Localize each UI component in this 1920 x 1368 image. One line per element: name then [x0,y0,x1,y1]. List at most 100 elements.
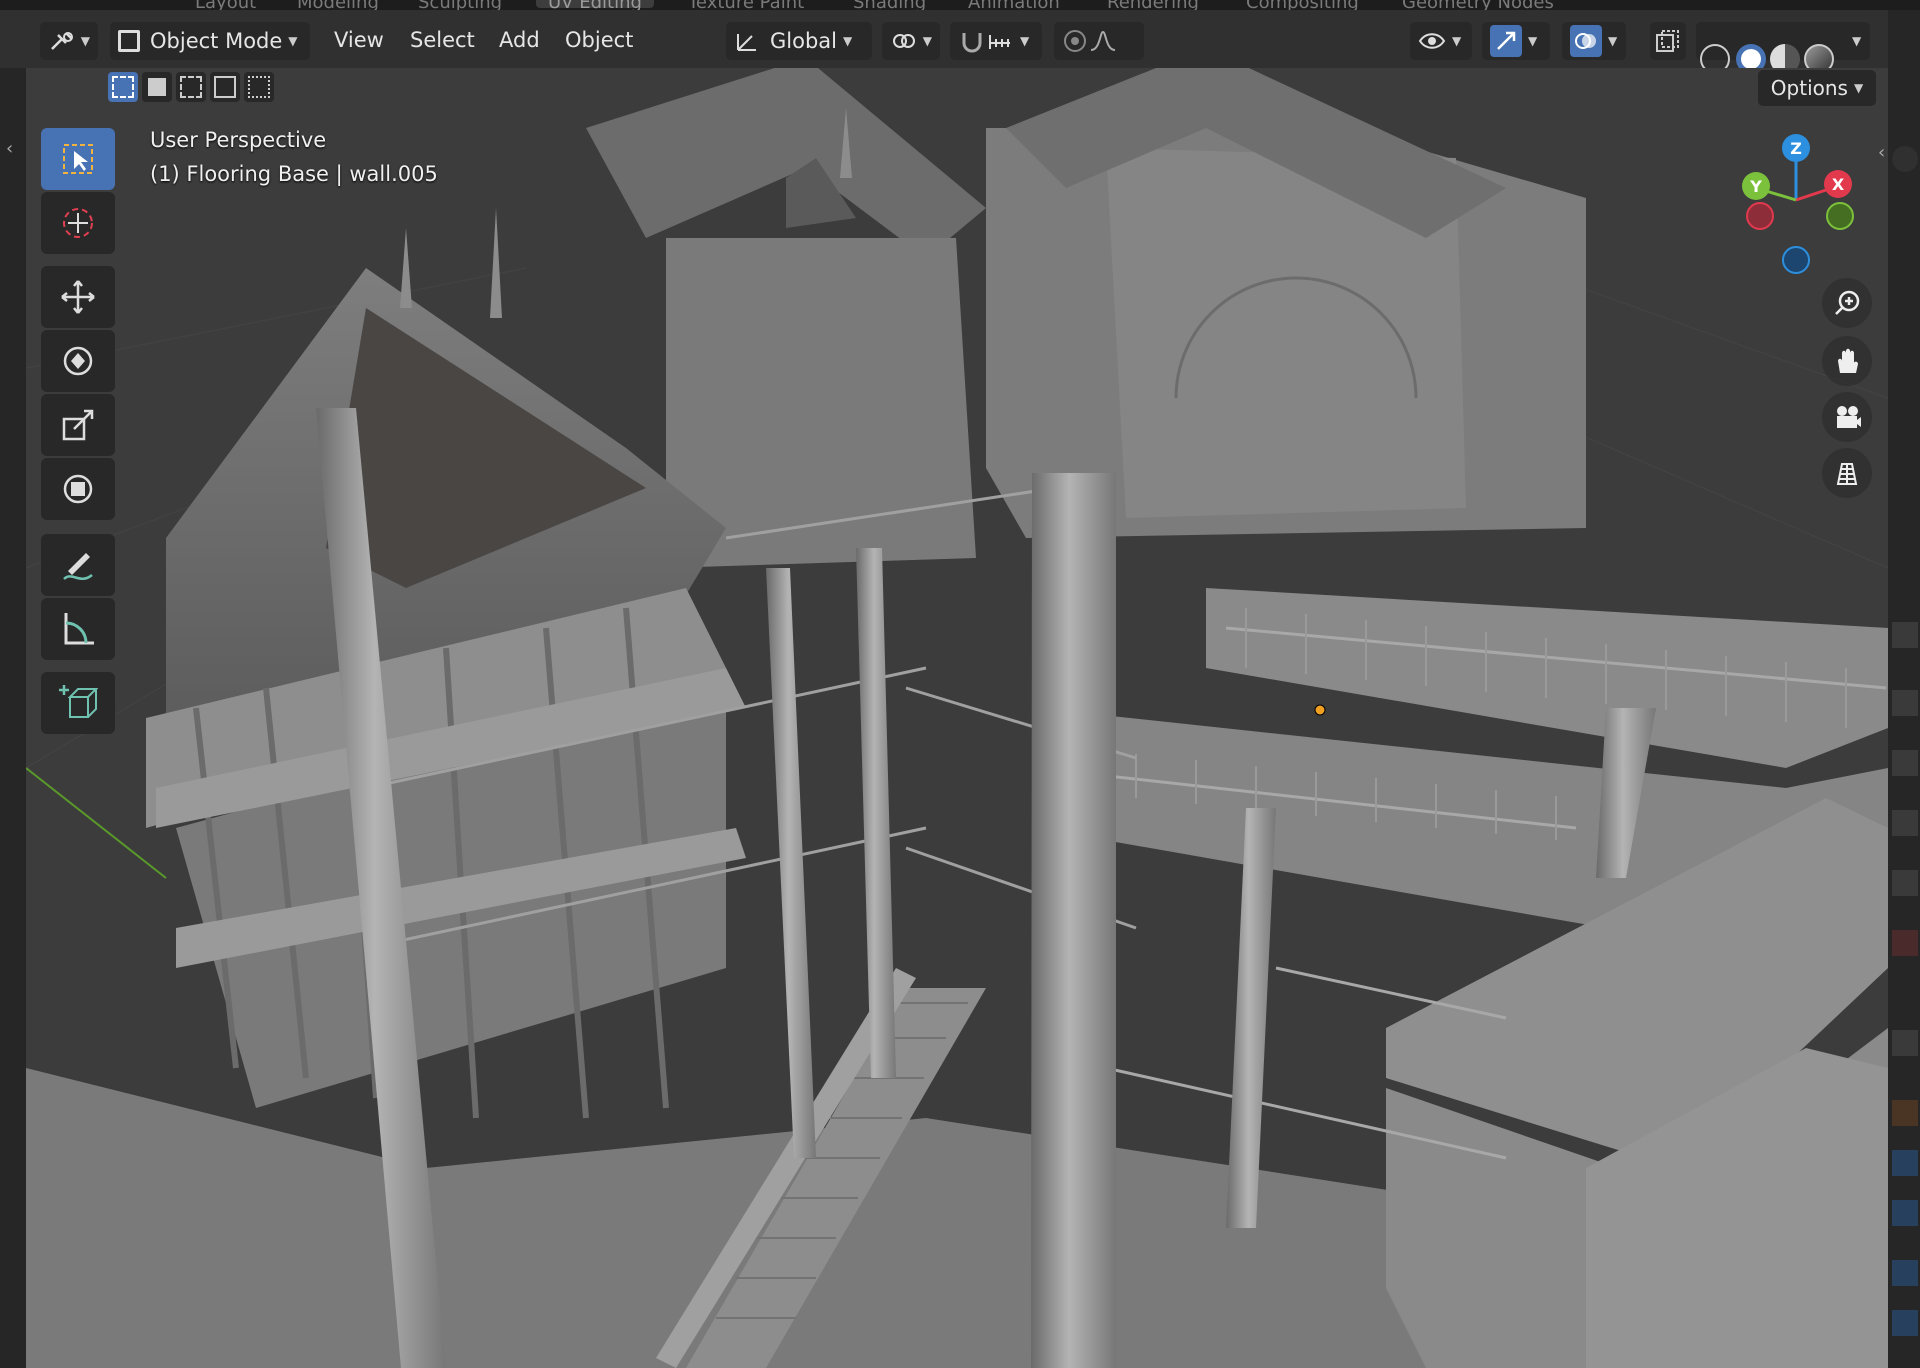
editor-type-icon [51,32,73,50]
tab-compositing[interactable]: Compositing [1246,0,1359,13]
object-props-icon[interactable] [1892,1100,1918,1126]
scene-render [26,68,1888,1368]
modifier-props-icon[interactable] [1892,1150,1918,1176]
editor-type-button[interactable]: ▼ [40,22,98,60]
select-mode-new-icon[interactable] [108,72,138,102]
properties-tab-icon[interactable] [1892,146,1918,172]
ortho-toggle-button[interactable] [1822,448,1872,498]
right-editor-edge [1888,10,1920,1368]
tab-layout[interactable]: Layout [195,0,256,13]
tool-settings-icon[interactable] [1892,622,1918,648]
grid-icon [1836,463,1858,485]
chevron-down-icon: ▼ [1608,34,1618,48]
tab-modeling[interactable]: Modeling [297,0,379,13]
orientation-select[interactable]: Global ▼ [726,22,872,60]
transform-icon [63,474,93,504]
mode-select[interactable]: Object Mode ▼ [110,22,310,60]
menu-add[interactable]: Add [499,28,540,52]
tab-texture-paint[interactable]: Texture Paint [688,0,804,13]
chevron-down-icon: ▼ [843,34,853,48]
select-mode-subtract-icon[interactable] [176,72,206,102]
tab-rendering[interactable]: Rendering [1107,0,1199,13]
proportional-edit-icon [1064,30,1086,52]
object-mode-icon [118,30,140,52]
left-editor-edge: ‹ [0,68,26,1368]
snap-button[interactable]: ▼ [950,22,1042,60]
xray-icon [1656,30,1679,52]
shading-mode-group: ▼ [1696,22,1870,74]
chevron-down-icon: ▼ [80,34,90,48]
transform-tool[interactable] [41,458,115,520]
options-dropdown[interactable]: Options ▼ [1758,70,1876,106]
navigation-gizmo[interactable]: Z X Y [1730,128,1870,278]
orientation-icon [737,34,756,51]
annotate-icon [63,553,93,581]
chevron-down-icon: ▼ [1528,34,1538,48]
scale-icon [62,409,94,441]
gizmo-neg-x[interactable] [1746,202,1774,230]
render-props-icon[interactable] [1892,690,1918,716]
visibility-button[interactable]: ▼ [1410,22,1472,60]
mode-label: Object Mode [150,29,283,53]
gizmo-toggle-button[interactable]: ▼ [1482,22,1550,60]
menu-view[interactable]: View [334,28,384,52]
cursor-icon [63,208,93,238]
particles-props-icon[interactable] [1892,1200,1918,1226]
chevron-down-icon: ▼ [922,34,932,48]
camera-icon [1837,406,1861,428]
chevron-left-icon[interactable]: ‹ [1878,142,1885,163]
move-tool[interactable] [41,266,115,328]
add-cube-tool[interactable] [41,672,115,734]
select-mode-intersect-icon[interactable] [244,72,274,102]
tab-sculpting[interactable]: Sculpting [418,0,502,13]
select-mode-extend-icon[interactable] [142,72,172,102]
rotate-tool[interactable] [41,330,115,392]
add-cube-icon [59,685,99,718]
measure-tool[interactable] [41,598,115,660]
scene-props-icon[interactable] [1892,870,1918,896]
pivot-point-button[interactable]: ▼ [882,22,940,60]
tab-geometry-nodes[interactable]: Geometry Nodes [1402,0,1554,13]
menu-select[interactable]: Select [410,28,475,52]
chevron-left-icon[interactable]: ‹ [6,138,13,159]
gizmo-z-label: Z [1790,139,1802,158]
overlays-icon [1570,25,1602,57]
collection-props-icon[interactable] [1892,1030,1918,1056]
options-label: Options [1770,76,1848,100]
falloff-curve-icon [1090,30,1116,51]
gizmo-neg-y[interactable] [1826,202,1854,230]
gizmo-x-label: X [1832,175,1845,194]
zoom-button[interactable] [1822,278,1872,328]
tab-uv-editing[interactable]: UV Editing [536,0,654,13]
orientation-label: Global [770,29,837,53]
proportional-edit-button[interactable] [1054,22,1144,60]
magnet-icon [962,33,982,53]
constraints-props-icon[interactable] [1892,1310,1918,1336]
menu-object[interactable]: Object [565,28,633,52]
annotate-tool[interactable] [41,534,115,596]
snap-increment-icon [989,35,1010,49]
3d-viewport[interactable] [26,68,1888,1368]
select-mode-invert-icon[interactable] [210,72,240,102]
chevron-down-icon[interactable]: ▼ [1852,34,1861,48]
pan-button[interactable] [1822,336,1872,386]
xray-toggle-button[interactable] [1650,22,1686,60]
world-props-icon[interactable] [1892,930,1918,956]
tab-shading[interactable]: Shading [853,0,926,13]
active-object-label: (1) Flooring Base | wall.005 [150,162,438,186]
select-box-tool[interactable] [41,128,115,190]
chevron-down-icon: ▼ [1452,34,1462,48]
tab-animation[interactable]: Animation [968,0,1060,13]
eye-icon [1418,33,1446,49]
gizmo-neg-z[interactable] [1782,246,1810,274]
overlays-button[interactable]: ▼ [1562,22,1626,60]
cursor-tool[interactable] [41,192,115,254]
chevron-down-icon: ▼ [1853,81,1864,95]
physics-props-icon[interactable] [1892,1260,1918,1286]
camera-view-button[interactable] [1822,392,1872,442]
workspace-bar: Layout Modeling Sculpting UV Editing Tex… [0,0,1920,13]
output-props-icon[interactable] [1892,750,1918,776]
hand-icon [1838,348,1858,373]
view-layer-props-icon[interactable] [1892,810,1918,836]
scale-tool[interactable] [41,394,115,456]
